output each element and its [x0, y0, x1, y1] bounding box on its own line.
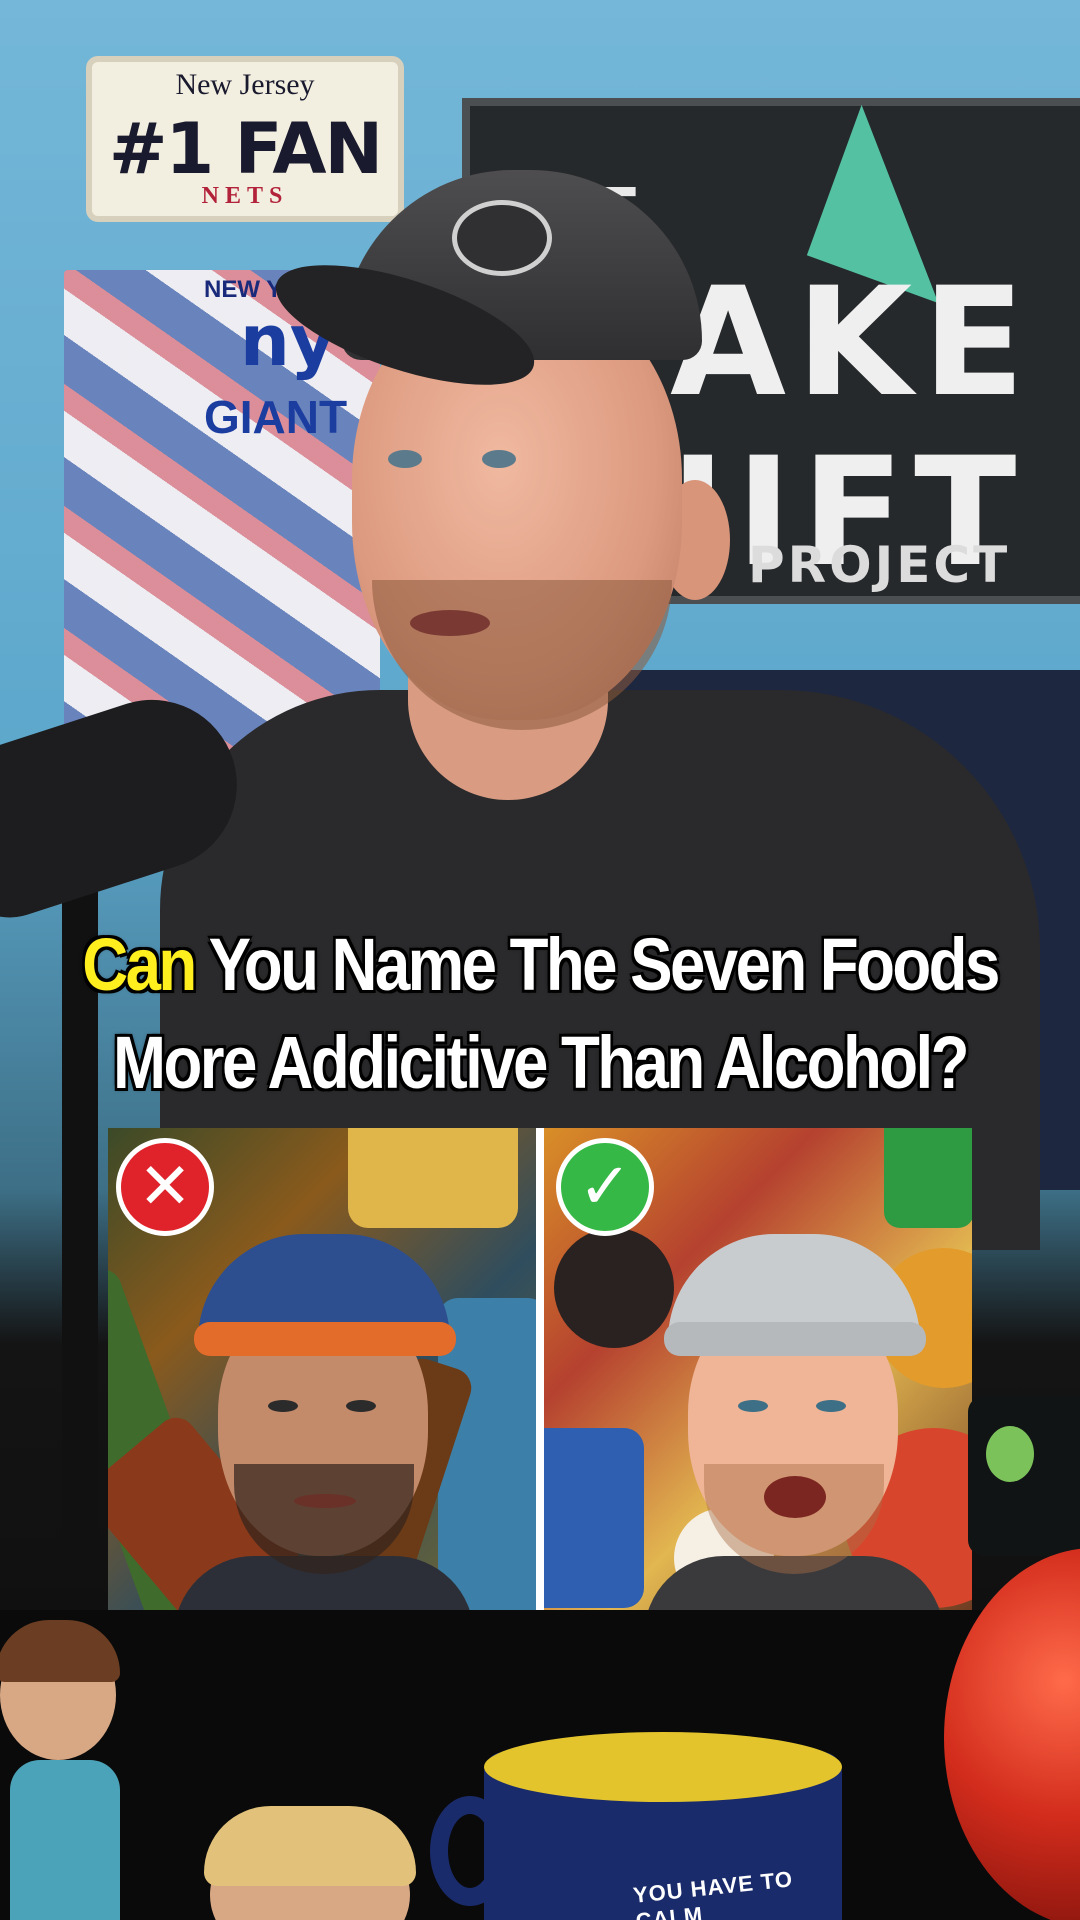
- plate-state: New Jersey: [175, 68, 315, 101]
- food-item: [554, 1228, 674, 1348]
- person-eye-left: [738, 1400, 768, 1412]
- caption-line-1-rest: You Name The Seven Foods: [194, 923, 1001, 1006]
- happy-person: [644, 1204, 944, 1612]
- host-eye-left: [388, 450, 422, 468]
- person-eye-right: [346, 1400, 376, 1412]
- host-mouth: [410, 610, 490, 636]
- coffee-mug: YOU HAVE TO CALM: [430, 1732, 842, 1920]
- person-cap-brim: [664, 1322, 926, 1356]
- checkmark-icon: ✓: [556, 1138, 654, 1236]
- comparison-thumbnail: ✕ ✓: [108, 1128, 972, 1612]
- host-eye-right: [482, 450, 516, 468]
- bobblehead-left: [0, 1620, 130, 1920]
- person-eye-left: [268, 1400, 298, 1412]
- person-mouth: [294, 1494, 356, 1508]
- mug-rim: [484, 1732, 842, 1802]
- plate-main: #1 FAN: [108, 108, 383, 190]
- person-mouth: [764, 1476, 826, 1518]
- food-panel: ✓: [544, 1128, 972, 1612]
- bobblehead-hair: [0, 1620, 120, 1682]
- person-cap-brim: [194, 1322, 456, 1356]
- x-icon: ✕: [116, 1138, 214, 1236]
- caption-line-1: Can You Name The Seven Foods: [76, 916, 1005, 1014]
- caption-line-2: More Addicitive Than Alcohol?: [113, 1021, 969, 1104]
- mug-text: YOU HAVE TO CALM: [631, 1866, 795, 1920]
- disgusted-person: [174, 1204, 474, 1612]
- video-frame: New Jersey #1 FAN NETS NEW YO ny GIANT T…: [0, 0, 1080, 1920]
- person-eye-right: [816, 1400, 846, 1412]
- alcohol-panel: ✕: [108, 1128, 536, 1612]
- video-caption: Can You Name The Seven Foods More Addici…: [76, 916, 1005, 1112]
- cap-patch-icon: [452, 200, 552, 276]
- bobblehead-center: [204, 1806, 416, 1920]
- caption-highlight-word: Can: [82, 923, 197, 1006]
- alien-sticker: [968, 1396, 1080, 1556]
- bobblehead-hair: [204, 1806, 416, 1886]
- alien-head-icon: [986, 1426, 1034, 1482]
- food-item: [544, 1428, 644, 1608]
- mug-handle: [430, 1796, 510, 1906]
- bobblehead-body: [10, 1760, 120, 1920]
